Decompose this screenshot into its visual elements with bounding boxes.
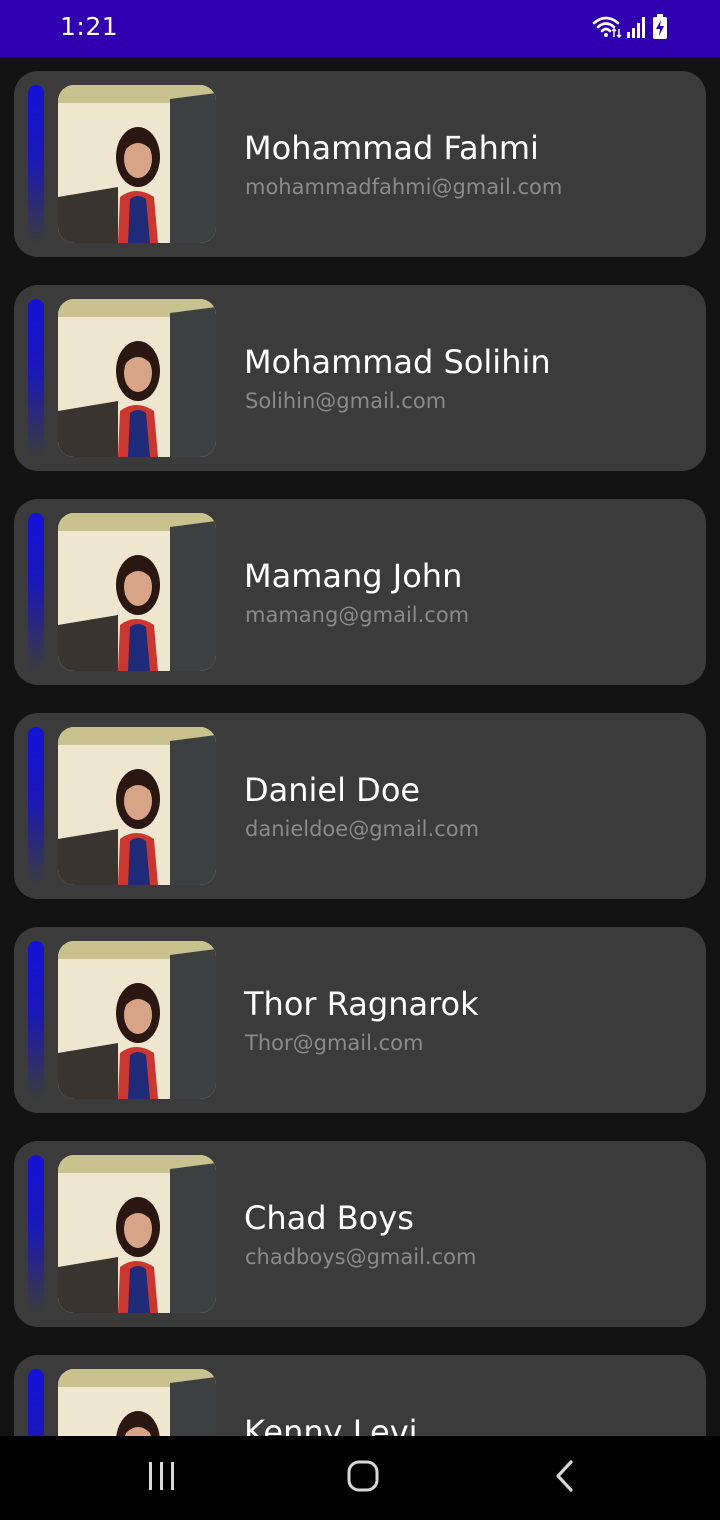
avatar (58, 941, 216, 1099)
status-icons (592, 14, 668, 44)
accent-bar (28, 85, 44, 243)
avatar (58, 727, 216, 885)
avatar (58, 299, 216, 457)
contact-card[interactable]: Chad Boys chadboys@gmail.com (14, 1141, 706, 1327)
accent-bar (28, 513, 44, 671)
wifi-icon (592, 15, 622, 43)
signal-icon (626, 15, 648, 43)
contact-email: Thor@gmail.com (245, 1031, 424, 1055)
status-bar: 1:21 (0, 0, 720, 57)
contact-email: chadboys@gmail.com (245, 1245, 477, 1269)
recent-apps-icon (145, 1460, 179, 1496)
contact-list[interactable]: Mohammad Fahmi mohammadfahmi@gmail.com M… (0, 57, 720, 1436)
contact-name: Mohammad Fahmi (244, 129, 539, 167)
contact-email: mamang@gmail.com (245, 603, 470, 627)
accent-bar (28, 299, 44, 457)
avatar (58, 85, 216, 243)
contact-name: Thor Ragnarok (244, 985, 479, 1023)
contact-card[interactable]: Kenny Levi (14, 1355, 706, 1436)
accent-bar (28, 941, 44, 1099)
battery-charging-icon (652, 14, 668, 44)
home-button[interactable] (333, 1454, 393, 1502)
contact-name: Kenny Levi (244, 1413, 418, 1436)
contact-card[interactable]: Mohammad Solihin Solihin@gmail.com (14, 285, 706, 471)
contact-card[interactable]: Mohammad Fahmi mohammadfahmi@gmail.com (14, 71, 706, 257)
home-icon (346, 1459, 380, 1497)
contact-name: Chad Boys (244, 1199, 414, 1237)
avatar (58, 1155, 216, 1313)
back-button[interactable] (535, 1454, 595, 1502)
recent-apps-button[interactable] (132, 1454, 192, 1502)
avatar (58, 1369, 216, 1436)
accent-bar (28, 1369, 44, 1436)
contact-name: Mohammad Solihin (244, 343, 551, 381)
contact-email: Solihin@gmail.com (245, 389, 447, 413)
contact-email: danieldoe@gmail.com (245, 817, 480, 841)
avatar (58, 513, 216, 671)
navigation-bar (0, 1436, 720, 1520)
back-icon (553, 1459, 577, 1497)
contact-card[interactable]: Daniel Doe danieldoe@gmail.com (14, 713, 706, 899)
contact-name: Mamang John (244, 557, 463, 595)
status-time: 1:21 (60, 12, 119, 41)
contact-card[interactable]: Mamang John mamang@gmail.com (14, 499, 706, 685)
accent-bar (28, 727, 44, 885)
contact-card[interactable]: Thor Ragnarok Thor@gmail.com (14, 927, 706, 1113)
contact-email: mohammadfahmi@gmail.com (245, 175, 563, 199)
accent-bar (28, 1155, 44, 1313)
contact-name: Daniel Doe (244, 771, 421, 809)
